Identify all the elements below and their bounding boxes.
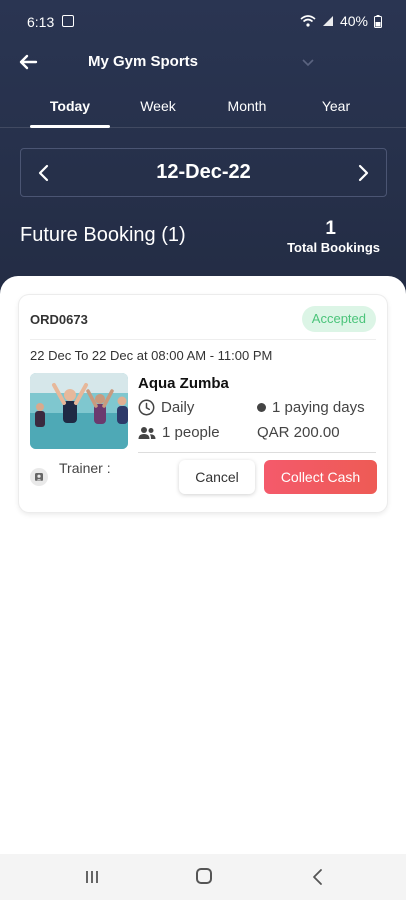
booking-card[interactable]: ORD0673 Accepted 22 Dec To 22 Dec at 08:… — [19, 295, 387, 512]
current-date: 12-Dec-22 — [156, 161, 251, 183]
tab-week[interactable]: Week — [118, 98, 198, 114]
tab-year[interactable]: Year — [296, 98, 376, 114]
class-thumbnail — [30, 373, 128, 449]
recents-icon[interactable] — [84, 869, 100, 885]
paying-days-text: 1 paying days — [272, 399, 365, 416]
app-bar: My Gym Sports — [0, 44, 406, 80]
back-icon[interactable] — [310, 868, 326, 886]
trainer-label: Trainer : — [59, 460, 111, 476]
class-name: Aqua Zumba — [138, 375, 229, 392]
paying-days-row: 1 paying days — [257, 399, 365, 416]
period-tabs: Today Week Month Year — [0, 90, 406, 128]
cancel-button[interactable]: Cancel — [179, 460, 255, 494]
frequency-text: Daily — [161, 399, 195, 416]
collect-cash-button[interactable]: Collect Cash — [264, 460, 377, 494]
bullet-icon — [257, 403, 266, 412]
battery-percent: 40% — [339, 13, 368, 29]
chevron-down-icon[interactable] — [300, 54, 316, 70]
people-text: 1 people — [162, 424, 220, 441]
status-bar: 6:13 40% — [0, 0, 406, 44]
arrow-left-icon[interactable] — [14, 48, 42, 76]
battery-icon — [374, 14, 382, 28]
gym-selector-title[interactable]: My Gym Sports — [88, 53, 198, 70]
order-id: ORD0673 — [30, 312, 88, 327]
home-icon[interactable] — [196, 868, 212, 884]
tab-month[interactable]: Month — [207, 98, 287, 114]
date-navigator: 12-Dec-22 — [20, 148, 387, 197]
booking-date-range: 22 Dec To 22 Dec at 08:00 AM - 11:00 PM — [30, 348, 273, 363]
people-icon — [138, 426, 156, 439]
divider — [138, 452, 376, 453]
avatar-icon — [30, 468, 48, 486]
total-bookings-count: 1 — [325, 218, 336, 239]
tab-today[interactable]: Today — [30, 98, 110, 114]
price: QAR 200.00 — [257, 424, 340, 441]
future-booking-title: Future Booking (1) — [20, 224, 186, 246]
divider — [30, 339, 376, 340]
chevron-right-icon[interactable] — [351, 161, 375, 185]
status-badge: Accepted — [301, 306, 376, 332]
total-bookings-label: Total Bookings — [287, 240, 380, 255]
tab-active-indicator — [30, 125, 110, 128]
signal-icon — [322, 16, 333, 26]
system-nav-bar — [0, 854, 406, 900]
gallery-notification-icon — [62, 15, 74, 27]
frequency-row: Daily — [138, 399, 194, 416]
clock-icon — [138, 399, 155, 416]
wifi-icon — [300, 15, 316, 27]
status-right: 40% — [300, 13, 382, 29]
people-row: 1 people — [138, 424, 220, 441]
status-time: 6:13 — [27, 14, 55, 30]
